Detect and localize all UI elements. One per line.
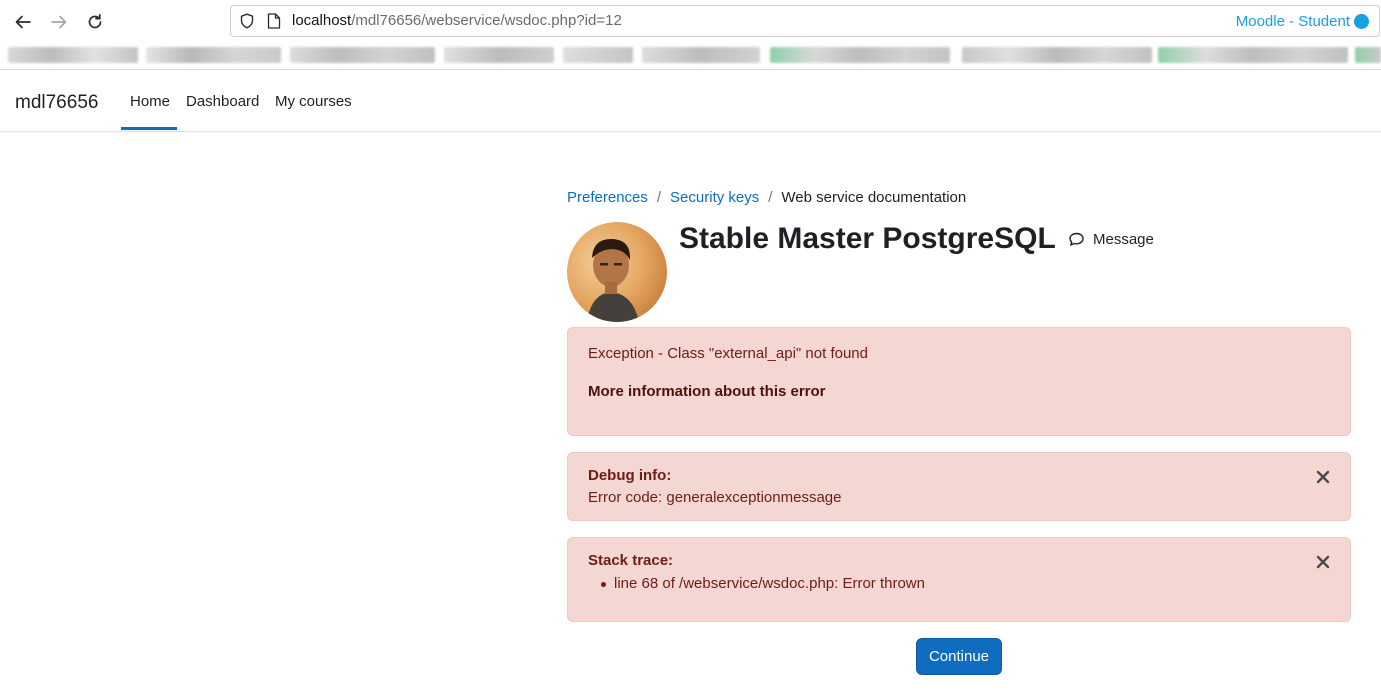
close-icon [1316,470,1330,484]
stack-trace-item: line 68 of /webservice/wsdoc.php: Error … [601,575,925,592]
site-navbar: mdl76656 Home Dashboard My courses [0,71,1381,132]
bookmark-item[interactable] [563,47,633,63]
breadcrumb-security-keys[interactable]: Security keys [670,189,759,206]
bookmarks-bar [0,42,1381,70]
bookmark-item[interactable] [290,47,435,63]
shield-icon[interactable] [239,13,255,29]
close-debug-button[interactable] [1316,470,1330,484]
browser-toolbar: localhost/mdl76656/webservice/wsdoc.php?… [0,0,1381,42]
message-button[interactable]: Message [1068,231,1154,248]
bookmark-item[interactable] [444,47,554,63]
page-title: Stable Master PostgreSQL [679,222,1056,255]
forward-button[interactable] [47,10,71,34]
reload-icon [88,13,102,29]
close-stack-button[interactable] [1316,555,1330,569]
error-alert: Exception - Class "external_api" not fou… [567,327,1351,436]
profile-label: Moodle - Student [1235,13,1350,30]
breadcrumb-preferences[interactable]: Preferences [567,189,648,206]
url-path: /mdl76656/webservice/wsdoc.php?id=12 [351,12,622,29]
bookmark-item[interactable] [770,47,950,63]
address-bar[interactable]: localhost/mdl76656/webservice/wsdoc.php?… [230,5,1380,37]
breadcrumb-current: Web service documentation [781,189,967,206]
bookmark-item[interactable] [146,47,281,63]
avatar-image [567,222,667,322]
active-nav-indicator [121,127,177,130]
bookmark-item[interactable] [962,47,1152,63]
site-brand[interactable]: mdl76656 [15,92,98,114]
message-label: Message [1093,231,1154,248]
breadcrumb: Preferences / Security keys / Web servic… [567,189,966,206]
reload-button[interactable] [83,10,107,34]
nav-item-dashboard[interactable]: Dashboard [186,93,259,110]
close-icon [1316,555,1330,569]
bookmark-item[interactable] [8,47,138,63]
speech-bubble-icon [1069,232,1084,246]
stack-trace-heading: Stack trace: [588,552,674,569]
url-host: localhost [292,12,352,29]
error-message: Exception - Class "external_api" not fou… [588,345,868,362]
breadcrumb-separator: / [656,189,662,206]
debug-info-alert: Debug info: Error code: generalexception… [567,452,1351,521]
stack-trace-alert: Stack trace: line 68 of /webservice/wsdo… [567,537,1351,622]
back-icon [15,15,31,29]
nav-item-home[interactable]: Home [130,93,170,110]
bookmark-item[interactable] [1355,47,1381,63]
bookmark-item[interactable] [642,47,760,63]
continue-button[interactable]: Continue [916,638,1002,675]
page-icon[interactable] [267,13,281,29]
forward-icon [51,15,67,29]
nav-item-my-courses[interactable]: My courses [275,93,352,110]
more-info-link[interactable]: More information about this error [588,383,826,400]
profile-dot-icon [1354,14,1369,29]
bookmark-item[interactable] [1158,47,1348,63]
profile-indicator[interactable]: Moodle - Student [1236,13,1369,30]
back-button[interactable] [11,10,35,34]
debug-info-text: Error code: generalexceptionmessage [588,489,842,506]
user-avatar[interactable] [567,222,667,322]
breadcrumb-separator: / [768,189,773,206]
url-text[interactable]: localhost/mdl76656/webservice/wsdoc.php?… [292,12,622,29]
debug-info-heading: Debug info: [588,467,672,484]
